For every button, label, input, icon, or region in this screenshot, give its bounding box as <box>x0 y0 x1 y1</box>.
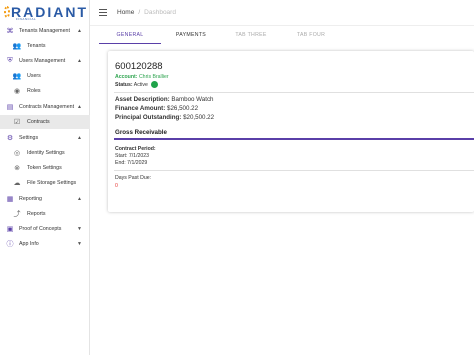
logo-tagline: FINANCIAL <box>16 17 37 21</box>
divider <box>114 170 474 171</box>
end-line: End: 7/1/2029 <box>115 160 147 166</box>
sidebar-item-users-management[interactable]: ⛨ Users Management ▲ <box>0 54 90 68</box>
breadcrumb-separator: / <box>138 9 141 16</box>
principal-label: Principal Outstanding: <box>115 114 182 121</box>
sidebar-item-settings[interactable]: ⚙ Settings ▲ <box>0 131 90 145</box>
sidebar-item-label: Token Settings <box>27 165 62 171</box>
sidebar-item-label: App Info <box>19 241 39 247</box>
info-icon: ⓘ <box>6 241 14 248</box>
chevron-up-icon: ▲ <box>77 196 82 202</box>
sidebar-item-tenants[interactable]: 👥 Tenants <box>0 39 90 53</box>
breadcrumb: Home / Dashboard <box>117 9 176 16</box>
tab-bar: GENERAL PAYMENTS TAB THREE TAB FOUR <box>99 27 474 44</box>
divider <box>114 92 474 93</box>
sidebar-item-label: Proof of Concepts <box>19 226 62 232</box>
sidebar-item-tenants-management[interactable]: ⌘ Tenants Management ▲ <box>0 24 90 38</box>
sidebar-item-label: Users Management <box>19 58 66 64</box>
sidebar-item-reports[interactable]: ⤴ Reports <box>0 207 90 221</box>
end-label: End: <box>115 160 126 166</box>
sidebar-item-proof-of-concepts[interactable]: ▣ Proof of Concepts ▼ <box>0 222 90 236</box>
hamburger-menu-icon[interactable] <box>99 9 107 17</box>
sidebar-item-label: Contracts <box>27 119 50 125</box>
start-value: 7/1/2023 <box>128 153 150 159</box>
contract-card: 600120288 Account: Chris Brallier Status… <box>108 51 474 212</box>
contract-period-label: Contract Period: <box>115 146 156 152</box>
contract-doc-icon: ☑ <box>13 119 21 126</box>
status-value: Active <box>133 81 148 88</box>
tab-general[interactable]: GENERAL <box>99 27 161 44</box>
chevron-down-icon: ▼ <box>77 241 82 247</box>
sidebar-item-file-storage-settings[interactable]: ☁ File Storage Settings <box>0 176 90 190</box>
sidebar-item-identity-settings[interactable]: ◎ Identity Settings <box>0 146 90 160</box>
asset-label: Asset Description: <box>115 96 170 103</box>
start-line: Start: 7/1/2023 <box>115 153 149 159</box>
chevron-down-icon: ▼ <box>77 226 82 232</box>
end-value: 7/1/2029 <box>127 160 148 166</box>
sidebar-item-label: File Storage Settings <box>27 180 77 186</box>
sidebar-item-contracts[interactable]: ☑ Contracts <box>0 115 90 129</box>
token-icon: ⊗ <box>14 165 20 172</box>
cloud-icon: ☁ <box>13 180 21 187</box>
status-dot-icon <box>151 81 159 88</box>
account-value[interactable]: Chris Brallier <box>139 74 169 80</box>
sidebar-item-label: Reporting <box>19 196 42 202</box>
breadcrumb-home[interactable]: Home <box>117 9 134 16</box>
people-icon: 👥 <box>12 43 22 50</box>
sidebar-item-roles[interactable]: ◉ Roles <box>0 84 90 98</box>
days-past-due-label: Days Past Due: <box>115 175 152 181</box>
days-past-due-value: 0 <box>115 183 118 189</box>
user-icon: 👥 <box>12 73 22 80</box>
tab-payments[interactable]: PAYMENTS <box>161 27 221 44</box>
breadcrumb-current: Dashboard <box>144 9 176 16</box>
sidebar-item-label: Identity Settings <box>27 150 65 156</box>
sidebar-item-contracts-management[interactable]: ▤ Contracts Management ▲ <box>0 100 90 114</box>
sidebar-item-users[interactable]: 👥 Users <box>0 69 90 83</box>
asset-value: Bamboo Watch <box>171 96 214 103</box>
sidebar-item-label: Contracts Management <box>19 104 75 110</box>
shield-icon: ⛨ <box>7 57 13 64</box>
account-line: Account: Chris Brallier <box>115 74 169 80</box>
start-label: Start: <box>115 153 128 159</box>
chart-line-icon: ⤴ <box>13 211 21 218</box>
tab-four: TAB FOUR <box>296 32 326 38</box>
contracts-icon: ▤ <box>6 104 14 111</box>
sidebar-item-label: Reports <box>27 211 46 217</box>
status-label: Status: <box>115 81 133 88</box>
principal-value: $20,500.22 <box>183 114 215 121</box>
finance-value: $26,500.22 <box>167 105 199 112</box>
tab-three: TAB THREE <box>235 32 267 38</box>
fingerprint-icon: ◎ <box>13 150 21 157</box>
contract-number: 600120288 <box>115 61 163 72</box>
sidebar-item-token-settings[interactable]: ⊗ Token Settings <box>0 161 90 175</box>
status-line: Status: Active <box>115 81 159 88</box>
section-rule <box>114 138 474 140</box>
sidebar-item-label: Tenants <box>27 43 46 49</box>
proof-icon: ▣ <box>6 226 14 233</box>
sidebar-item-app-info[interactable]: ⓘ App Info ▼ <box>0 237 90 251</box>
sidebar-item-reporting[interactable]: ▦ Reporting ▲ <box>0 192 90 206</box>
finance-line: Finance Amount: $26,500.22 <box>115 105 198 112</box>
chevron-up-icon: ▲ <box>77 28 82 34</box>
circle-user-icon: ◉ <box>13 88 21 95</box>
chevron-up-icon: ▲ <box>77 58 82 64</box>
logo-mark-icon <box>4 6 10 18</box>
tenants-icon: ⌘ <box>6 28 14 35</box>
reporting-icon: ▦ <box>6 196 14 203</box>
account-label: Account: <box>115 74 138 80</box>
sidebar-item-label: Roles <box>27 88 41 94</box>
sidebar-item-label: Settings <box>19 135 39 141</box>
finance-label: Finance Amount: <box>115 105 166 112</box>
asset-line: Asset Description: Bamboo Watch <box>115 96 213 103</box>
gross-receivable-title: Gross Receivable <box>115 129 167 136</box>
principal-line: Principal Outstanding: $20,500.22 <box>115 114 214 121</box>
sidebar-item-label: Users <box>27 73 41 79</box>
sidebar: RADIANT FINANCIAL ⌘ Tenants Management ▲… <box>0 0 90 355</box>
top-bar: Home / Dashboard <box>90 0 474 26</box>
gear-icon: ⚙ <box>6 135 14 142</box>
chevron-up-icon: ▲ <box>77 104 82 110</box>
sidebar-item-label: Tenants Management <box>19 28 70 34</box>
chevron-up-icon: ▲ <box>77 135 82 141</box>
